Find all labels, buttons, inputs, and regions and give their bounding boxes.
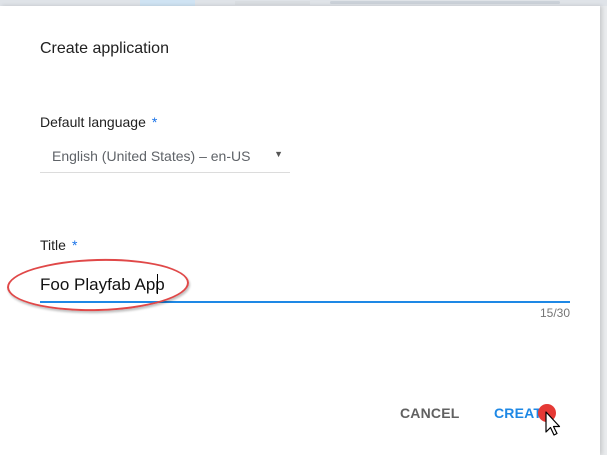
title-label: Title *: [40, 237, 77, 253]
character-counter: 15/30: [539, 306, 570, 320]
default-language-label-text: Default language: [40, 114, 146, 130]
background-tab: [235, 1, 310, 5]
default-language-select[interactable]: English (United States) – en-US ▼: [40, 140, 290, 173]
text-caret: [157, 274, 158, 294]
background-text: [330, 1, 560, 4]
default-language-value: English (United States) – en-US: [52, 148, 251, 164]
required-indicator: *: [151, 114, 158, 130]
default-language-label: Default language *: [40, 114, 157, 130]
cancel-button[interactable]: CANCEL: [392, 398, 468, 428]
create-button[interactable]: CREATE: [486, 398, 560, 428]
dropdown-arrow-icon: ▼: [274, 149, 283, 159]
title-input[interactable]: [40, 269, 570, 303]
required-indicator: *: [71, 237, 78, 253]
title-label-text: Title: [40, 237, 66, 253]
create-application-dialog: Create application Default language * Eng…: [0, 6, 600, 455]
dialog-title: Create application: [40, 40, 169, 57]
